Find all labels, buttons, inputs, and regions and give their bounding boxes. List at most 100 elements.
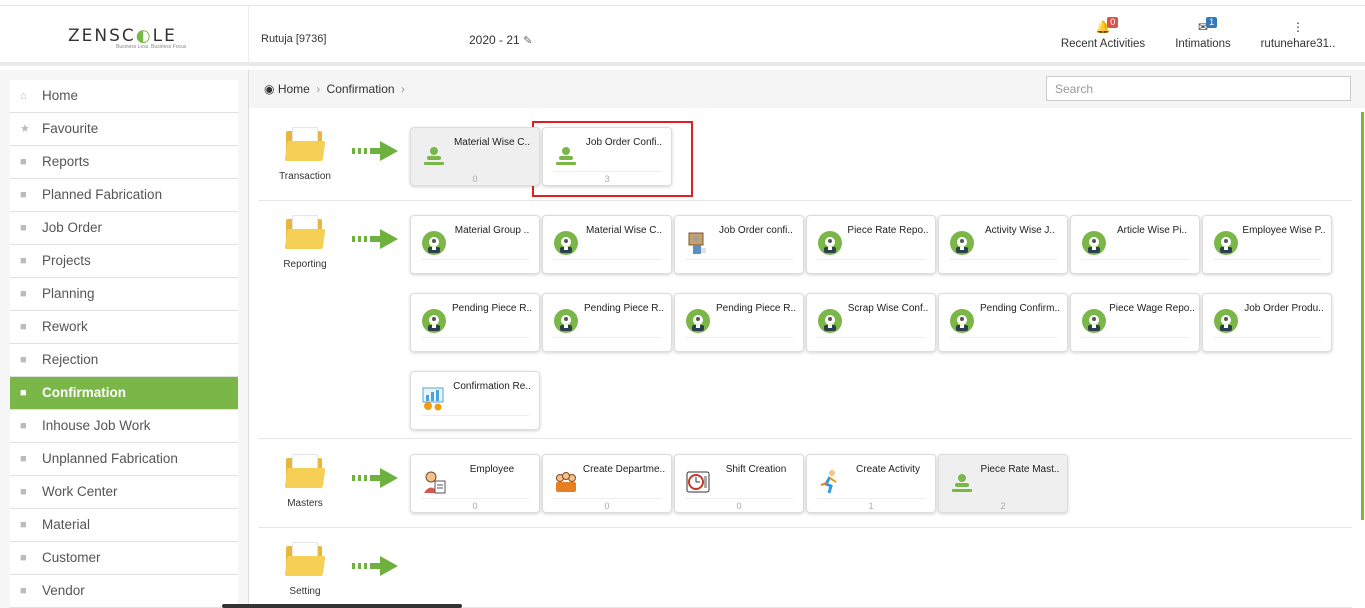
sidebar-item-inhouse-job-work[interactable]: ■ Inhouse Job Work (10, 410, 238, 443)
recent-activities[interactable]: 🔔 0 Recent Activities (1060, 17, 1146, 50)
tile-divider (1213, 337, 1321, 338)
tile-title: Create Departme.. (582, 464, 666, 475)
tile-1-14[interactable]: Confirmation Re.. (410, 371, 540, 430)
sidebar-item-reports[interactable]: ■ Reports (10, 146, 238, 179)
recent-activities-label: Recent Activities (1060, 38, 1146, 50)
team-icon (556, 472, 576, 492)
sidebar-item-job-order[interactable]: ■ Job Order (10, 212, 238, 245)
sidebar-item-material[interactable]: ■ Material (10, 509, 238, 542)
tile-title: Piece Rate Repo.. (847, 225, 929, 236)
tile-count: 0 (472, 174, 478, 184)
tile-icon (421, 308, 447, 334)
tile-icon (1081, 308, 1107, 334)
tile-1-11[interactable]: Pending Confirm.. (938, 293, 1068, 352)
tile-2-1[interactable]: Create Departme.. 0 (542, 454, 672, 513)
horizontal-scrollbar[interactable] (222, 604, 462, 608)
sidebar: ⌂ Home ★ Favourite ■ Reports ■ Planned Fabricat… (0, 70, 249, 608)
tile-icon (685, 469, 711, 495)
tile-2-4[interactable]: Piece Rate Mast.. 2 (938, 454, 1068, 513)
tile-icon (553, 230, 579, 256)
tile-divider (949, 498, 1057, 499)
sidebar-item-confirmation[interactable]: ■ Confirmation (10, 377, 238, 410)
tile-1-2[interactable]: Job Order confi.. (674, 215, 804, 274)
tile-1-13[interactable]: Job Order Produ.. (1202, 293, 1332, 352)
sidebar-item-customer[interactable]: ■ Customer (10, 542, 238, 575)
section-setting: Setting (258, 528, 1352, 608)
sidebar-item-home[interactable]: ⌂ Home (10, 80, 238, 113)
chevron-right-icon: › (316, 82, 321, 96)
tile-divider (553, 171, 661, 172)
report-person-icon (818, 309, 842, 333)
tile-2-0[interactable]: Employee 0 (410, 454, 540, 513)
section-label: Reporting (283, 259, 327, 270)
sidebar-item-label: Planning (42, 286, 95, 301)
tile-icon (949, 469, 975, 495)
tile-title: Pending Confirm.. (979, 303, 1061, 314)
tile-1-8[interactable]: Pending Piece R.. (542, 293, 672, 352)
tile-1-6[interactable]: Employee Wise P.. (1202, 215, 1332, 274)
breadcrumb-bar: ◉ Home › Confirmation › (249, 70, 1365, 108)
tile-divider (817, 337, 925, 338)
tile-divider (421, 171, 529, 172)
star-icon: ★ (20, 123, 30, 135)
sidebar-item-rejection[interactable]: ■ Rejection (10, 344, 238, 377)
report-person-icon (422, 231, 446, 255)
tile-icon (421, 386, 447, 412)
scrollbar[interactable] (1361, 112, 1364, 520)
user-profile-menu[interactable]: ⋮ rutunehare31.. (1258, 20, 1338, 50)
tile-0-1[interactable]: Job Order Confi.. 3 (542, 127, 672, 186)
file-icon: ■ (20, 354, 27, 366)
financial-year-value: 2020 - 21 (469, 33, 520, 47)
dashboard-icon: ◉ (264, 82, 275, 96)
file-icon: ■ (20, 420, 27, 432)
folder-icon (284, 542, 326, 576)
report-person-icon (1214, 231, 1238, 255)
file-icon: ■ (20, 519, 27, 531)
tile-title: Pending Piece R.. (583, 303, 665, 314)
employee-icon (424, 471, 446, 494)
edit-icon[interactable]: ✎ (523, 35, 532, 47)
tile-title: Activity Wise J.. (984, 225, 1055, 236)
tile-divider (817, 259, 925, 260)
sidebar-item-planned-fabrication[interactable]: ■ Planned Fabrication (10, 179, 238, 212)
tile-1-4[interactable]: Activity Wise J.. (938, 215, 1068, 274)
sidebar-item-projects[interactable]: ■ Projects (10, 245, 238, 278)
tile-1-7[interactable]: Pending Piece R.. (410, 293, 540, 352)
section-label: Transaction (279, 171, 331, 182)
tile-icon (685, 308, 711, 334)
tile-1-3[interactable]: Piece Rate Repo.. (806, 215, 936, 274)
sidebar-item-planning[interactable]: ■ Planning (10, 278, 238, 311)
sidebar-item-favourite[interactable]: ★ Favourite (10, 113, 238, 146)
arrow-right-icon (352, 556, 398, 576)
search-input[interactable] (1046, 76, 1351, 101)
tile-icon (553, 142, 579, 168)
runner-icon (820, 470, 837, 494)
breadcrumb-home[interactable]: Home (278, 82, 310, 96)
tile-1-12[interactable]: Piece Wage Repo.. (1070, 293, 1200, 352)
tile-1-9[interactable]: Pending Piece R.. (674, 293, 804, 352)
tile-divider (553, 498, 661, 499)
tile-1-10[interactable]: Scrap Wise Conf.. (806, 293, 936, 352)
sidebar-item-vendor[interactable]: ■ Vendor (10, 575, 238, 608)
sidebar-item-work-center[interactable]: ■ Work Center (10, 476, 238, 509)
tile-2-2[interactable]: Shift Creation 0 (674, 454, 804, 513)
recent-count-badge: 0 (1107, 17, 1119, 28)
logo[interactable]: ZENSC◐LE (68, 26, 177, 46)
sidebar-item-label: Job Order (42, 220, 103, 235)
tile-2-3[interactable]: Create Activity 1 (806, 454, 936, 513)
tile-0-0[interactable]: Material Wise C.. 0 (410, 127, 540, 186)
tile-1-0[interactable]: Material Group .. (410, 215, 540, 274)
tile-divider (421, 259, 529, 260)
tile-1-5[interactable]: Article Wise Pi.. (1070, 215, 1200, 274)
sidebar-item-label: Projects (42, 253, 91, 268)
sidebar-item-rework[interactable]: ■ Rework (10, 311, 238, 344)
intimations[interactable]: ✉ 1 Intimations (1172, 17, 1234, 50)
file-icon: ■ (20, 255, 27, 267)
financial-year[interactable]: 2020 - 21 ✎ (469, 33, 532, 47)
tile-icon (817, 230, 843, 256)
breadcrumb-current[interactable]: Confirmation (327, 82, 395, 96)
sidebar-item-unplanned-fabrication[interactable]: ■ Unplanned Fabrication (10, 443, 238, 476)
section-label: Masters (287, 498, 323, 509)
tile-1-1[interactable]: Material Wise C.. (542, 215, 672, 274)
tile-title: Pending Piece R.. (451, 303, 533, 314)
